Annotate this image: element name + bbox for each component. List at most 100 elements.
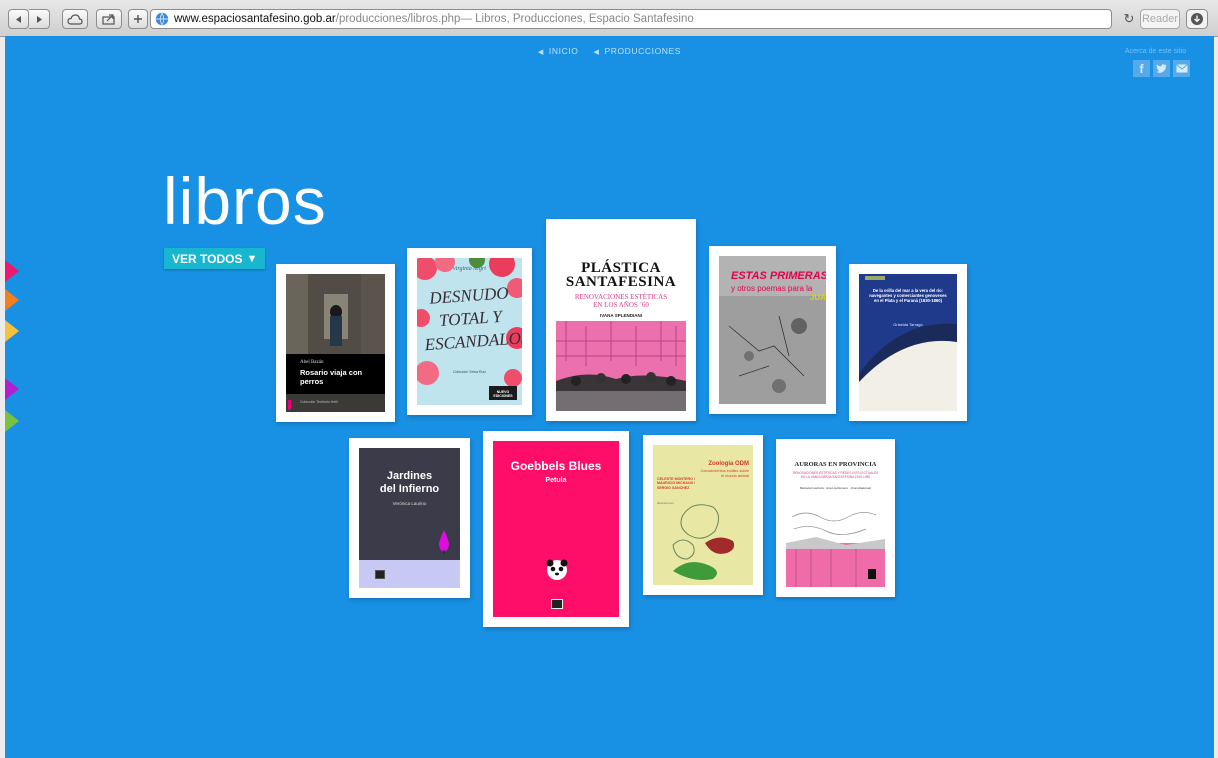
social-links: f: [1133, 60, 1190, 77]
forward-arrow-icon: [36, 15, 42, 23]
reload-icon: ↻: [1123, 11, 1135, 26]
book-subtitle: RENOVACIONES ESTÉTICAS EN LOS AÑOS ´60: [556, 293, 686, 309]
book-author: Verónica Laurino: [392, 501, 427, 506]
book-jardines-del-infierno[interactable]: Jardines del Infierno Verónica Laurino: [349, 438, 470, 598]
ver-todos-label: VER TODOS: [172, 251, 243, 266]
flame-icon: [439, 530, 449, 554]
book-author: Abel Bazán: [300, 360, 324, 365]
book-authors: CELESTE MONTERO / MAURICIO MICHAUD / SER…: [657, 477, 696, 490]
book-title: DESNUDO TOTAL Y ESCANDALOSO: [424, 283, 522, 355]
reload-button[interactable]: ↻: [1118, 9, 1140, 29]
mail-icon[interactable]: [1173, 60, 1190, 77]
book-title-line2: del Infierno: [379, 483, 440, 495]
cover-handwriting-illustration: [786, 512, 885, 587]
nav-inicio-label: INICIO: [548, 46, 579, 56]
globe-icon: [155, 12, 169, 26]
book-cover: AURORAS EN PROVINCIA RENOVACIONES ESTÉTI…: [786, 449, 885, 587]
side-tab-orange[interactable]: [5, 289, 19, 311]
nav-inicio-link[interactable]: ◀ INICIO: [535, 46, 582, 56]
book-subtitle-line1: RENOVACIONES ESTÉTICAS: [574, 293, 668, 301]
book-author: IVANA SPLENDIANI: [599, 313, 642, 318]
side-tab-green[interactable]: [5, 410, 19, 432]
book-cover: ESTAS PRIMERAS y otros poemas para la JU…: [719, 256, 826, 404]
forward-button[interactable]: [29, 9, 50, 29]
downloads-button[interactable]: [1186, 9, 1208, 29]
caret-left-icon: ◀: [593, 49, 600, 56]
cover-photo-group: [556, 321, 686, 411]
cover-animals-illustration: [672, 504, 735, 580]
back-button[interactable]: [8, 9, 29, 29]
page-title-text: — Libros, Producciones, Espacio Santafes…: [460, 13, 694, 25]
new-tab-button[interactable]: [128, 9, 148, 29]
publisher-logo: [375, 570, 385, 579]
book-title: PLÁSTICA SANTAFESINA: [556, 260, 686, 290]
book-title: AURORAS EN PROVINCIA: [794, 461, 877, 468]
book-author: Griselda Tarragó: [893, 322, 923, 327]
book-subtitle: Conocimientos inútiles sobre el mundo an…: [700, 469, 749, 478]
page-content: ◀ INICIO ◀ PRODUCCIONES Acerca de este sit…: [5, 36, 1214, 758]
book-cover: De la orilla del mar a la vera del río: …: [859, 274, 957, 411]
side-tab-magenta[interactable]: [5, 260, 19, 282]
reader-button[interactable]: Reader: [1140, 9, 1180, 29]
book-subtitle: Colección Selva Ruiz: [452, 370, 487, 374]
book-goebbels-blues[interactable]: Goebbels Blues Petula: [483, 431, 629, 627]
book-collection: Colección Territorio fértil: [300, 400, 338, 404]
book-cover: Abel Bazán Rosario viaja con perros Cole…: [286, 274, 385, 412]
address-bar[interactable]: www.espaciosantafesino.gob.ar/produccion…: [150, 9, 1112, 29]
book-cover: Zoología ODM Conocimientos inútiles sobr…: [653, 445, 753, 585]
download-icon: [1186, 9, 1208, 29]
book-cover: Jardines del Infierno Verónica Laurino: [359, 448, 460, 588]
triangle-down-icon: ▼: [246, 252, 258, 265]
book-title: Zoología ODM: [708, 461, 749, 467]
nav-producciones-label: PRODUCCIONES: [604, 46, 682, 56]
book-estas-primeras[interactable]: ESTAS PRIMERAS y otros poemas para la JU…: [709, 246, 836, 414]
url-path: /producciones/libros.php: [335, 13, 461, 25]
browser-toolbar: www.espaciosantafesino.gob.ar/produccion…: [0, 0, 1218, 37]
icloud-tabs-button[interactable]: [62, 9, 88, 29]
about-link[interactable]: Acerca de este sitio: [1125, 48, 1186, 55]
book-desnudo-total[interactable]: virginia negri DESNUDO TOTAL Y ESCANDALO…: [407, 248, 532, 415]
book-cover: virginia negri DESNUDO TOTAL Y ESCANDALO…: [417, 258, 522, 405]
share-button[interactable]: [96, 9, 122, 29]
book-subtitle: RENOVACIONES ESTÉTICAS Y REDES INTELECTU…: [792, 471, 879, 479]
share-icon: [102, 14, 115, 25]
book-subtitle-line2: EN LOS AÑOS ´60: [593, 301, 649, 309]
book-publisher: NUEVO EDICIONES: [493, 390, 513, 398]
side-tab-yellow[interactable]: [5, 320, 19, 342]
book-title-line2: SANTAFESINA: [565, 274, 677, 290]
book-title-line1: Jardines: [386, 470, 433, 482]
book-title: Goebbels Blues: [510, 459, 602, 473]
book-author: Petula: [545, 477, 567, 484]
book-zoologia-odm[interactable]: Zoología ODM Conocimientos inútiles sobr…: [643, 435, 763, 595]
side-tab-purple[interactable]: [5, 378, 19, 400]
caret-left-icon: ◀: [537, 49, 544, 56]
book-title-line1: PLÁSTICA: [581, 260, 661, 276]
book-subtitle: y otros poemas para la: [731, 284, 813, 293]
publisher-logo: [551, 599, 563, 609]
book-author: JUA: [809, 293, 826, 302]
book-title: De la orilla del mar a la vera del río: …: [869, 288, 947, 303]
book-cover: Goebbels Blues Petula: [493, 441, 619, 617]
book-auroras-en-provincia[interactable]: AURORAS EN PROVINCIA RENOVACIONES ESTÉTI…: [776, 439, 895, 597]
cover-photo-street: [286, 274, 385, 412]
twitter-icon[interactable]: [1153, 60, 1170, 77]
panda-icon: [546, 559, 568, 580]
cloud-icon: [67, 13, 83, 25]
back-arrow-icon: [16, 15, 21, 23]
book-title: ESTAS PRIMERAS: [731, 270, 826, 282]
book-plastica-santafesina[interactable]: PLÁSTICA SANTAFESINA RENOVACIONES ESTÉTI…: [546, 219, 696, 421]
book-author: Marcela Inostroza · Ana Lía Romero · (Co…: [799, 486, 872, 490]
ver-todos-button[interactable]: VER TODOS ▼: [164, 248, 266, 269]
url-host: www.espaciosantafesino.gob.ar: [174, 13, 336, 25]
book-rosario-viaja-con-perros[interactable]: Abel Bazán Rosario viaja con perros Cole…: [276, 264, 395, 422]
book-de-la-orilla-del-mar[interactable]: De la orilla del mar a la vera del río: …: [849, 264, 967, 421]
plus-icon: [134, 15, 142, 23]
book-title: Jardines del Infierno: [359, 470, 460, 496]
book-cover: PLÁSTICA SANTAFESINA RENOVACIONES ESTÉTI…: [556, 229, 686, 411]
book-author: virginia negri: [453, 266, 486, 272]
nav-producciones-link[interactable]: ◀ PRODUCCIONES: [590, 46, 684, 56]
book-title: Rosario viaja con perros: [300, 368, 363, 386]
breadcrumb: ◀ INICIO ◀ PRODUCCIONES: [5, 46, 1214, 56]
facebook-icon[interactable]: f: [1133, 60, 1150, 77]
page-heading: libros: [163, 164, 327, 238]
